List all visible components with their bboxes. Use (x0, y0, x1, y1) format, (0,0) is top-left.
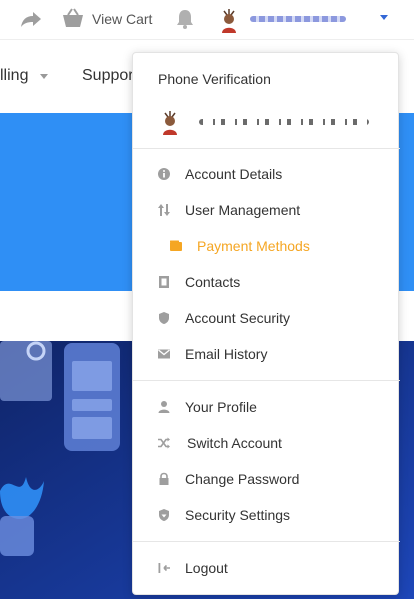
avatar[interactable] (220, 7, 238, 33)
menu-item-account-security[interactable]: Account Security (133, 303, 400, 333)
menu-divider (133, 380, 400, 381)
menu-item-your-profile[interactable]: Your Profile (133, 392, 400, 422)
account-name-redacted[interactable] (250, 16, 346, 22)
menu-item-security-settings[interactable]: Security Settings (133, 500, 400, 530)
share-icon[interactable] (20, 10, 42, 28)
menu-item-account-details[interactable]: Account Details (133, 159, 400, 189)
sort-icon (158, 204, 170, 216)
account-dropdown-menu: Phone Verification Account Details User … (132, 52, 400, 595)
shield-icon (159, 312, 169, 324)
logout-icon (158, 563, 170, 573)
lock-icon (159, 472, 169, 485)
menu-divider (133, 148, 400, 149)
menu-item-change-password[interactable]: Change Password (133, 464, 400, 494)
shuffle-icon (158, 437, 170, 449)
wallet-icon (170, 240, 182, 251)
shield-check-icon (159, 509, 169, 521)
top-utility-bar: View Cart (0, 0, 414, 40)
nav-item-support[interactable]: Suppor (82, 67, 134, 85)
user-name-redacted (199, 119, 369, 125)
menu-item-contacts[interactable]: Contacts (133, 267, 400, 297)
bell-icon[interactable] (176, 9, 194, 29)
menu-item-email-history[interactable]: Email History (133, 339, 400, 369)
info-icon (158, 168, 170, 180)
basket-icon[interactable] (62, 8, 84, 28)
nav-item-billing[interactable]: lling (0, 67, 28, 85)
user-icon (158, 401, 170, 413)
menu-item-switch-account[interactable]: Switch Account (133, 428, 400, 458)
contact-book-icon (159, 276, 169, 288)
chevron-down-icon[interactable] (40, 74, 48, 79)
menu-item-logout[interactable]: Logout (133, 553, 400, 583)
envelope-icon (158, 349, 170, 359)
menu-divider (133, 541, 400, 542)
menu-item-payment-methods[interactable]: Payment Methods (133, 231, 400, 261)
view-cart-link[interactable]: View Cart (92, 11, 152, 27)
menu-item-user-management[interactable]: User Management (133, 195, 400, 225)
avatar (163, 111, 177, 135)
phone-verification-link[interactable]: Phone Verification (158, 71, 271, 87)
chevron-down-icon[interactable] (380, 15, 388, 20)
